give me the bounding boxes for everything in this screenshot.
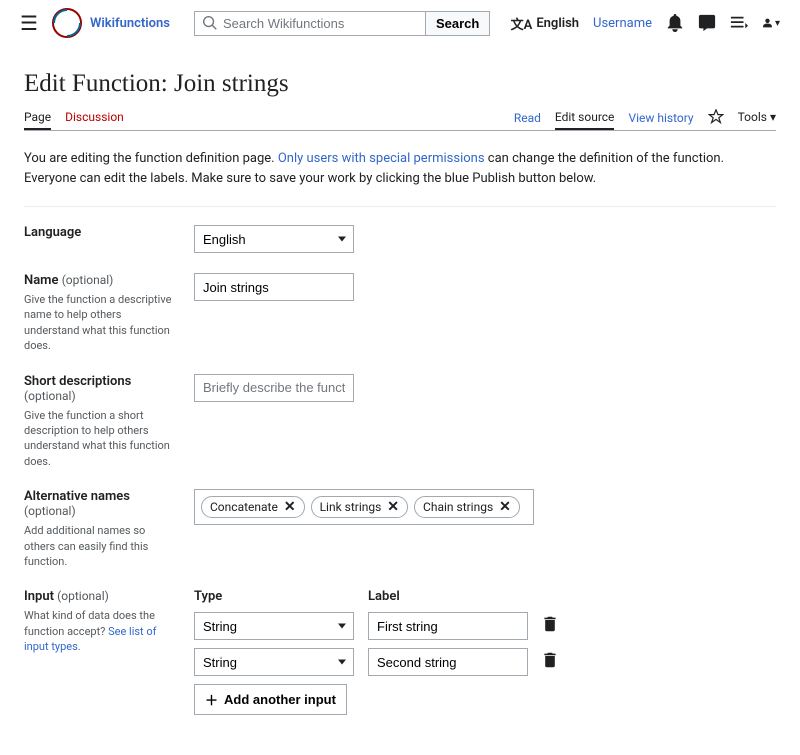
input-row: String bbox=[194, 612, 776, 640]
search-icon bbox=[203, 16, 217, 30]
input-label-input[interactable] bbox=[368, 612, 528, 640]
label-col-header: Label bbox=[368, 589, 528, 604]
tabs-row: Page Discussion Read Edit source View hi… bbox=[24, 104, 776, 131]
language-label: English bbox=[536, 16, 579, 31]
plus-icon: ＋ bbox=[205, 690, 218, 709]
main-content: Edit Function: Join strings Page Discuss… bbox=[0, 70, 800, 755]
tab-discussion[interactable]: Discussion bbox=[65, 104, 124, 130]
tools-dropdown[interactable]: Tools▾ bbox=[738, 110, 776, 124]
language-select[interactable]: English bbox=[194, 225, 354, 253]
shortdesc-label: Short descriptions bbox=[24, 374, 131, 389]
input-type-select[interactable]: String bbox=[194, 648, 354, 676]
name-label: Name bbox=[24, 273, 58, 288]
watchlist-icon[interactable] bbox=[730, 14, 748, 32]
notice-text: You are editing the function definition … bbox=[24, 149, 776, 188]
language-selector[interactable]: 文A English bbox=[511, 14, 579, 33]
altnames-hint: Add additional names so others can easil… bbox=[24, 523, 178, 569]
tab-read[interactable]: Read bbox=[514, 105, 541, 129]
type-col-header: Type bbox=[194, 589, 354, 604]
hamburger-menu-icon[interactable]: ☰ bbox=[20, 11, 38, 35]
input-type-select[interactable]: String bbox=[194, 612, 354, 640]
divider bbox=[24, 206, 776, 207]
user-menu-icon[interactable]: ▾ bbox=[762, 14, 780, 32]
search-box: Search bbox=[194, 11, 490, 36]
name-hint: Give the function a descriptive name to … bbox=[24, 292, 178, 354]
altnames-label: Alternative names bbox=[24, 489, 130, 504]
tab-page[interactable]: Page bbox=[24, 104, 51, 130]
site-logo-link[interactable]: Wikifunctions bbox=[52, 8, 170, 38]
delete-input-button[interactable] bbox=[542, 652, 558, 672]
header: ☰ Wikifunctions Search 文A English Userna… bbox=[0, 0, 800, 46]
chip-remove-icon[interactable]: ✕ bbox=[387, 499, 399, 515]
username-link[interactable]: Username bbox=[593, 16, 652, 31]
site-name: Wikifunctions bbox=[90, 16, 170, 31]
altnames-chips[interactable]: Concatenate✕ Link strings✕ Chain strings… bbox=[194, 489, 534, 525]
search-button[interactable]: Search bbox=[425, 12, 489, 35]
chip-remove-icon[interactable]: ✕ bbox=[284, 499, 296, 515]
shortdesc-hint: Give the function a short description to… bbox=[24, 408, 178, 470]
search-input[interactable] bbox=[195, 12, 425, 35]
tools-label: Tools bbox=[738, 110, 767, 124]
alerts-icon[interactable] bbox=[666, 14, 684, 32]
input-label: Input bbox=[24, 589, 54, 604]
tab-edit-source[interactable]: Edit source bbox=[555, 104, 615, 130]
chip: Link strings✕ bbox=[311, 496, 408, 518]
logo-icon bbox=[52, 8, 82, 38]
input-hint: What kind of data does the function acce… bbox=[24, 608, 178, 654]
tab-view-history[interactable]: View history bbox=[628, 105, 693, 129]
translate-icon: 文A bbox=[511, 14, 533, 33]
header-right: 文A English Username ▾ bbox=[511, 14, 780, 33]
delete-input-button[interactable] bbox=[542, 616, 558, 636]
watch-star-icon[interactable] bbox=[708, 109, 724, 125]
notices-icon[interactable] bbox=[698, 14, 716, 32]
language-label: Language bbox=[24, 225, 178, 240]
permissions-link[interactable]: Only users with special permissions bbox=[278, 151, 485, 166]
input-row: String bbox=[194, 648, 776, 676]
chevron-down-icon: ▾ bbox=[770, 110, 776, 124]
chip: Concatenate✕ bbox=[201, 496, 305, 518]
chip-remove-icon[interactable]: ✕ bbox=[499, 499, 511, 515]
name-input[interactable] bbox=[194, 273, 354, 301]
add-input-button[interactable]: ＋Add another input bbox=[194, 684, 347, 715]
page-title: Edit Function: Join strings bbox=[24, 70, 776, 98]
shortdesc-input[interactable] bbox=[194, 374, 354, 402]
chip: Chain strings✕ bbox=[414, 496, 520, 518]
input-label-input[interactable] bbox=[368, 648, 528, 676]
